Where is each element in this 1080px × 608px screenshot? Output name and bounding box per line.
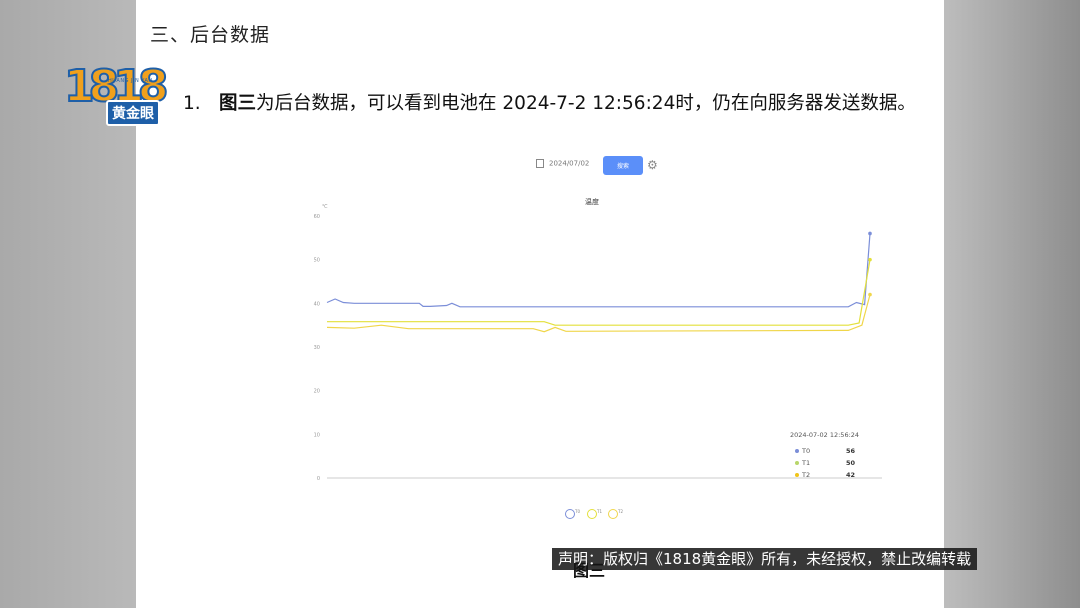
section-heading: 三、后台数据 <box>150 24 271 46</box>
tooltip-row: T2 42 <box>790 471 860 483</box>
logo-tag: 黄金眼 <box>106 100 160 126</box>
y-tick-label: 0 <box>317 476 320 482</box>
legend-label-t0: T0 <box>575 509 580 514</box>
series-dot-icon <box>795 461 799 465</box>
tooltip-row: T0 56 <box>790 447 860 459</box>
tooltip-row: T1 50 <box>790 459 860 471</box>
date-picker[interactable]: 2024/07/02 <box>536 159 589 168</box>
channel-logo: 1818 HUANG JIN YAN 黄金眼 <box>63 58 170 126</box>
tooltip-series-value: 50 <box>846 459 856 467</box>
series-point-t2 <box>868 292 872 297</box>
y-tick-label: 60 <box>314 214 320 220</box>
series-point-t1 <box>868 257 872 262</box>
legend-marker-t1[interactable] <box>587 509 597 519</box>
y-tick-label: 50 <box>314 258 320 264</box>
legend-marker-t2[interactable] <box>608 509 618 519</box>
tooltip-series-name: T0 <box>802 447 811 455</box>
video-background-right <box>944 0 1080 608</box>
tooltip-series-name: T2 <box>802 471 811 479</box>
tooltip-series-value: 56 <box>846 447 856 455</box>
y-tick-label: 40 <box>314 301 320 307</box>
date-value: 2024/07/02 <box>549 159 590 168</box>
calendar-icon <box>536 159 544 168</box>
legend-label-t2: T2 <box>618 509 623 514</box>
legend-label-t1: T1 <box>597 509 602 514</box>
y-tick-label: 30 <box>314 345 320 351</box>
copyright-watermark: 声明：版权归《1818黄金眼》所有，未经授权，禁止改编转载 <box>552 548 978 570</box>
series-line-t0 <box>326 233 871 308</box>
chart-title: 温度 <box>585 197 599 206</box>
series-dot-icon <box>795 473 799 477</box>
figure-reference: 图三 <box>219 93 257 114</box>
y-tick-label: 20 <box>314 389 320 395</box>
series-point-t0 <box>868 231 872 236</box>
y-axis-unit: ℃ <box>322 204 328 210</box>
chart-tooltip: 2024-07-02 12:56:24 T0 56 T1 50 T2 42 <box>790 431 860 483</box>
query-button[interactable]: 搜索 <box>603 156 643 175</box>
gear-icon[interactable]: ⚙ <box>647 158 658 172</box>
series-dot-icon <box>795 449 799 453</box>
series-line-t2 <box>326 294 871 333</box>
list-number: 1. <box>183 93 201 114</box>
tooltip-timestamp: 2024-07-02 12:56:24 <box>790 431 860 439</box>
legend-marker-t0[interactable] <box>565 509 575 519</box>
paragraph-text: 为后台数据，可以看到电池在 2024-7-2 12:56:24时，仍在向服务器发… <box>256 93 916 114</box>
logo-subtitle: HUANG JIN YAN <box>108 78 153 84</box>
series-line-t1 <box>327 259 871 326</box>
list-item-paragraph: 1. 图三为后台数据，可以看到电池在 2024-7-2 12:56:24时，仍在向… <box>183 89 916 115</box>
tooltip-series-value: 42 <box>846 471 856 479</box>
tooltip-series-name: T1 <box>802 459 811 467</box>
y-tick-label: 10 <box>314 432 320 438</box>
